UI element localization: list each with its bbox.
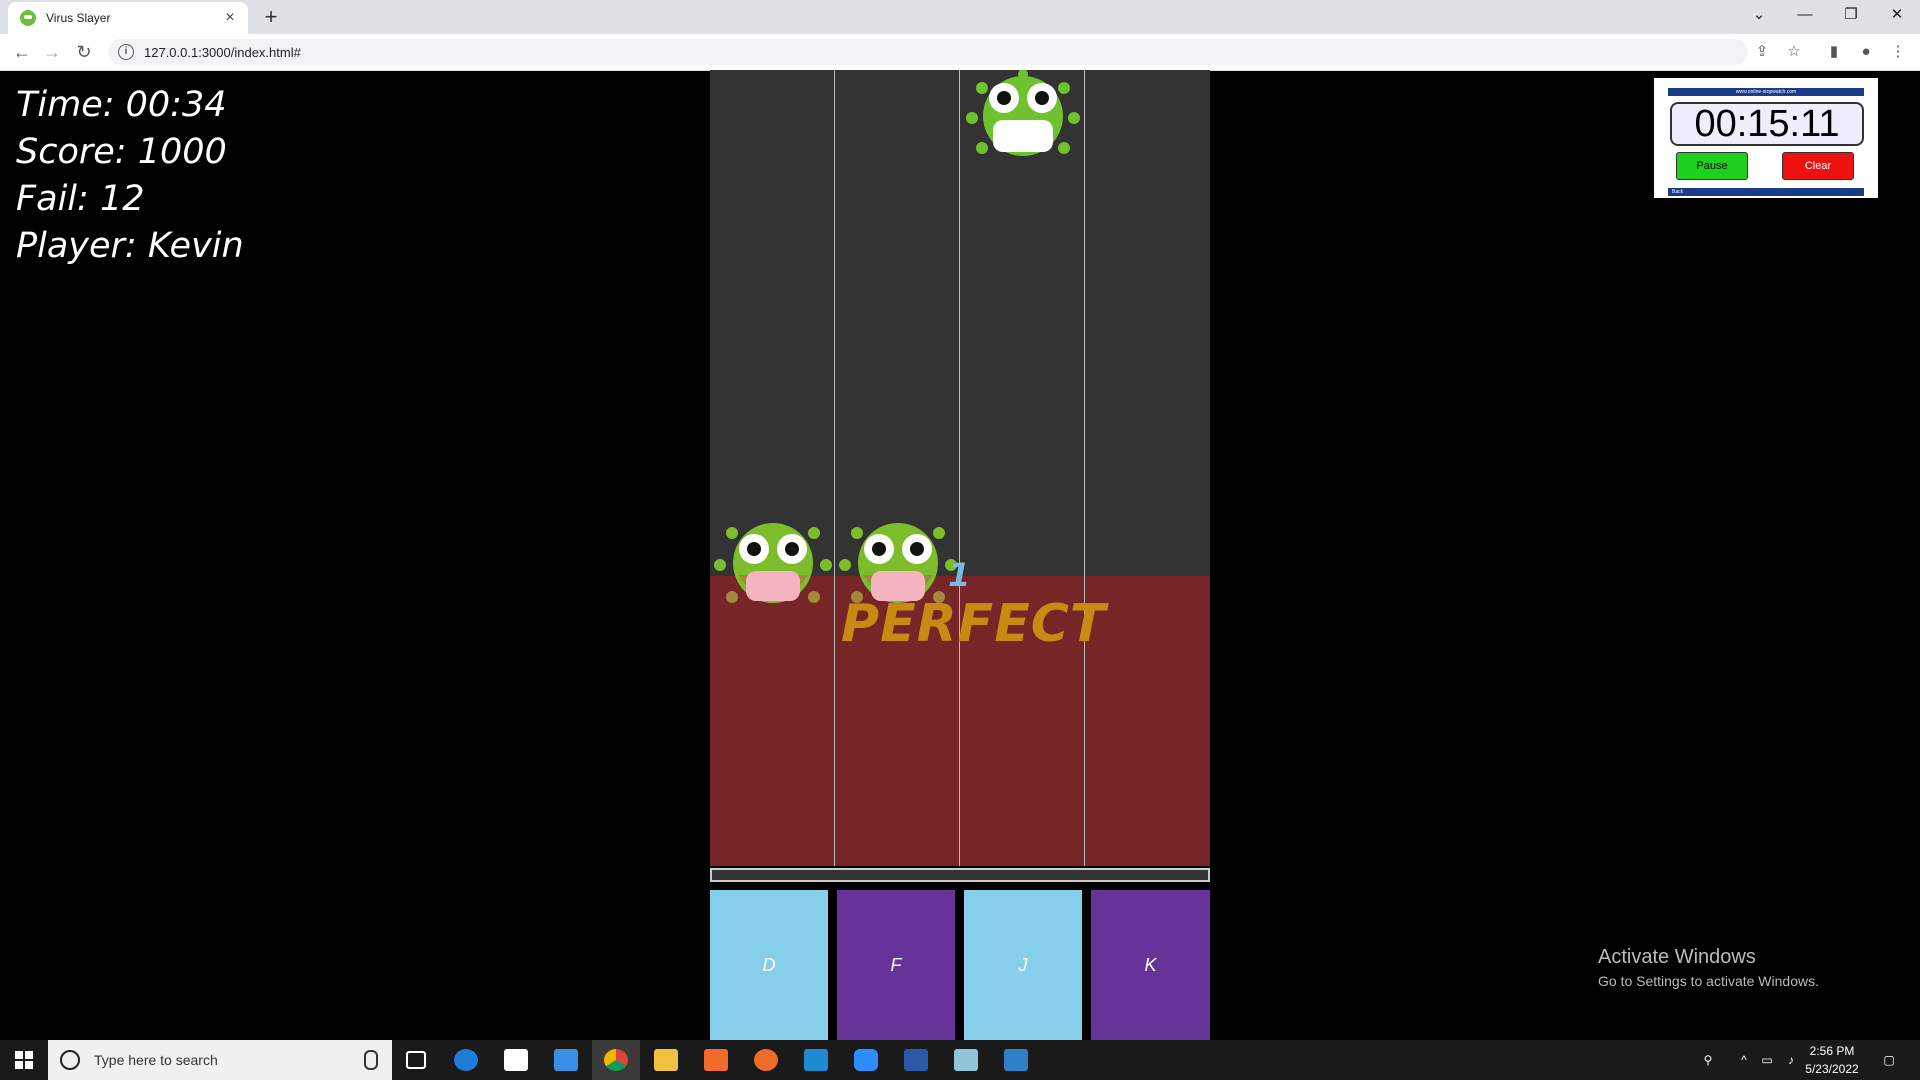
clock-time: 2:56 PM	[1809, 1044, 1855, 1058]
tab-title: Virus Slayer	[46, 11, 111, 25]
site-info-icon[interactable]: i	[118, 44, 134, 60]
player-display: Player: Kevin	[16, 226, 244, 266]
windows-taskbar: Type here to search ⚲ ^ ▭ ♪ 2:56 PM 5/23…	[0, 1040, 1920, 1080]
close-window-button[interactable]: ✕	[1874, 0, 1920, 30]
stopwatch-pause-button[interactable]: Pause	[1676, 152, 1748, 180]
reload-icon[interactable]: ↻	[72, 40, 96, 64]
stopwatch-widget: www.online-stopwatch.com 00:15:11 Pause …	[1654, 78, 1878, 198]
browser-menu-icon[interactable]: ⋮	[1888, 42, 1908, 62]
game-board: 1 PERFECT D F J K	[710, 70, 1210, 1040]
mail-icon[interactable]	[542, 1040, 590, 1080]
network-icon[interactable]: ▭	[1756, 1040, 1778, 1080]
stopwatch-back-link[interactable]: Back	[1668, 188, 1864, 196]
activate-windows-watermark: Activate Windows Go to Settings to activ…	[1598, 946, 1819, 989]
key-k-button[interactable]: K	[1091, 890, 1210, 1040]
judgement-line	[710, 868, 1210, 882]
chrome-icon[interactable]	[592, 1040, 640, 1080]
volume-icon[interactable]: ♪	[1780, 1040, 1802, 1080]
people-icon[interactable]: ⚲	[1696, 1040, 1720, 1080]
postman-icon[interactable]	[742, 1040, 790, 1080]
notepad-icon[interactable]	[942, 1040, 990, 1080]
system-clock[interactable]: 2:56 PM 5/23/2022	[1800, 1042, 1864, 1078]
photos-icon[interactable]	[992, 1040, 1040, 1080]
fail-display: Fail: 12	[16, 179, 145, 219]
stopwatch-clear-button[interactable]: Clear	[1782, 152, 1854, 180]
browser-toolbar: ← → ↻ i 127.0.0.1:3000/index.html# ⇪ ☆ ▮…	[0, 34, 1920, 71]
share-icon[interactable]: ⇪	[1752, 42, 1772, 62]
windows-logo-icon	[15, 1051, 33, 1069]
game-hud: Time: 00:34 Score: 1000 Fail: 12 Player:…	[16, 82, 244, 270]
profile-avatar-icon[interactable]: ●	[1856, 42, 1876, 62]
score-display: Score: 1000	[16, 132, 227, 172]
notification-center-icon[interactable]: ▢	[1874, 1040, 1904, 1080]
restore-button[interactable]: ❐	[1828, 0, 1874, 30]
minimize-button[interactable]: —	[1782, 0, 1828, 30]
side-panel-icon[interactable]: ▮	[1824, 42, 1844, 62]
xampp-icon[interactable]	[692, 1040, 740, 1080]
lane-divider	[834, 70, 835, 866]
browser-tab[interactable]: Virus Slayer ×	[8, 2, 248, 34]
url-text: 127.0.0.1:3000/index.html#	[144, 44, 301, 60]
search-placeholder: Type here to search	[94, 1052, 218, 1068]
new-tab-button[interactable]: +	[258, 4, 284, 30]
stopwatch-site-banner: www.online-stopwatch.com	[1668, 88, 1864, 96]
zoom-icon[interactable]	[842, 1040, 890, 1080]
vscode-icon[interactable]	[792, 1040, 840, 1080]
stopwatch-time: 00:15:11	[1670, 102, 1864, 146]
file-explorer-icon[interactable]	[642, 1040, 690, 1080]
watermark-title: Activate Windows	[1598, 946, 1756, 968]
store-icon[interactable]	[492, 1040, 540, 1080]
lane-divider	[1084, 70, 1085, 866]
time-display: Time: 00:34	[16, 85, 227, 125]
back-arrow-icon[interactable]: ←	[10, 40, 34, 64]
start-button[interactable]	[0, 1040, 48, 1080]
taskbar-search-box[interactable]: Type here to search	[48, 1040, 392, 1080]
combo-counter: 1	[948, 556, 971, 594]
virus-note	[966, 70, 1080, 156]
lane-divider	[959, 70, 960, 866]
clock-date: 5/23/2022	[1805, 1062, 1859, 1076]
tab-search-dropdown-icon[interactable]: ⌄	[1736, 0, 1782, 30]
word-icon[interactable]	[892, 1040, 940, 1080]
microphone-icon[interactable]	[364, 1050, 378, 1070]
bookmark-star-icon[interactable]: ☆	[1784, 42, 1804, 62]
show-hidden-icons-chevron-icon[interactable]: ^	[1734, 1040, 1754, 1080]
virus-note	[714, 523, 832, 603]
tab-close-icon[interactable]: ×	[220, 8, 240, 28]
key-j-button[interactable]: J	[964, 890, 1082, 1040]
edge-icon[interactable]	[442, 1040, 490, 1080]
key-f-button[interactable]: F	[837, 890, 955, 1040]
browser-tab-bar: Virus Slayer × + ⌄ — ❐ ✕	[0, 0, 1920, 34]
forward-arrow-icon[interactable]: →	[40, 40, 64, 64]
task-view-icon[interactable]	[392, 1040, 440, 1080]
watermark-subtitle: Go to Settings to activate Windows.	[1598, 973, 1819, 989]
address-bar[interactable]: i 127.0.0.1:3000/index.html#	[108, 39, 1748, 65]
virus-favicon-icon	[20, 10, 36, 26]
judgement-text: PERFECT	[841, 594, 1107, 654]
cortana-icon	[60, 1050, 80, 1070]
key-d-button[interactable]: D	[710, 890, 828, 1040]
